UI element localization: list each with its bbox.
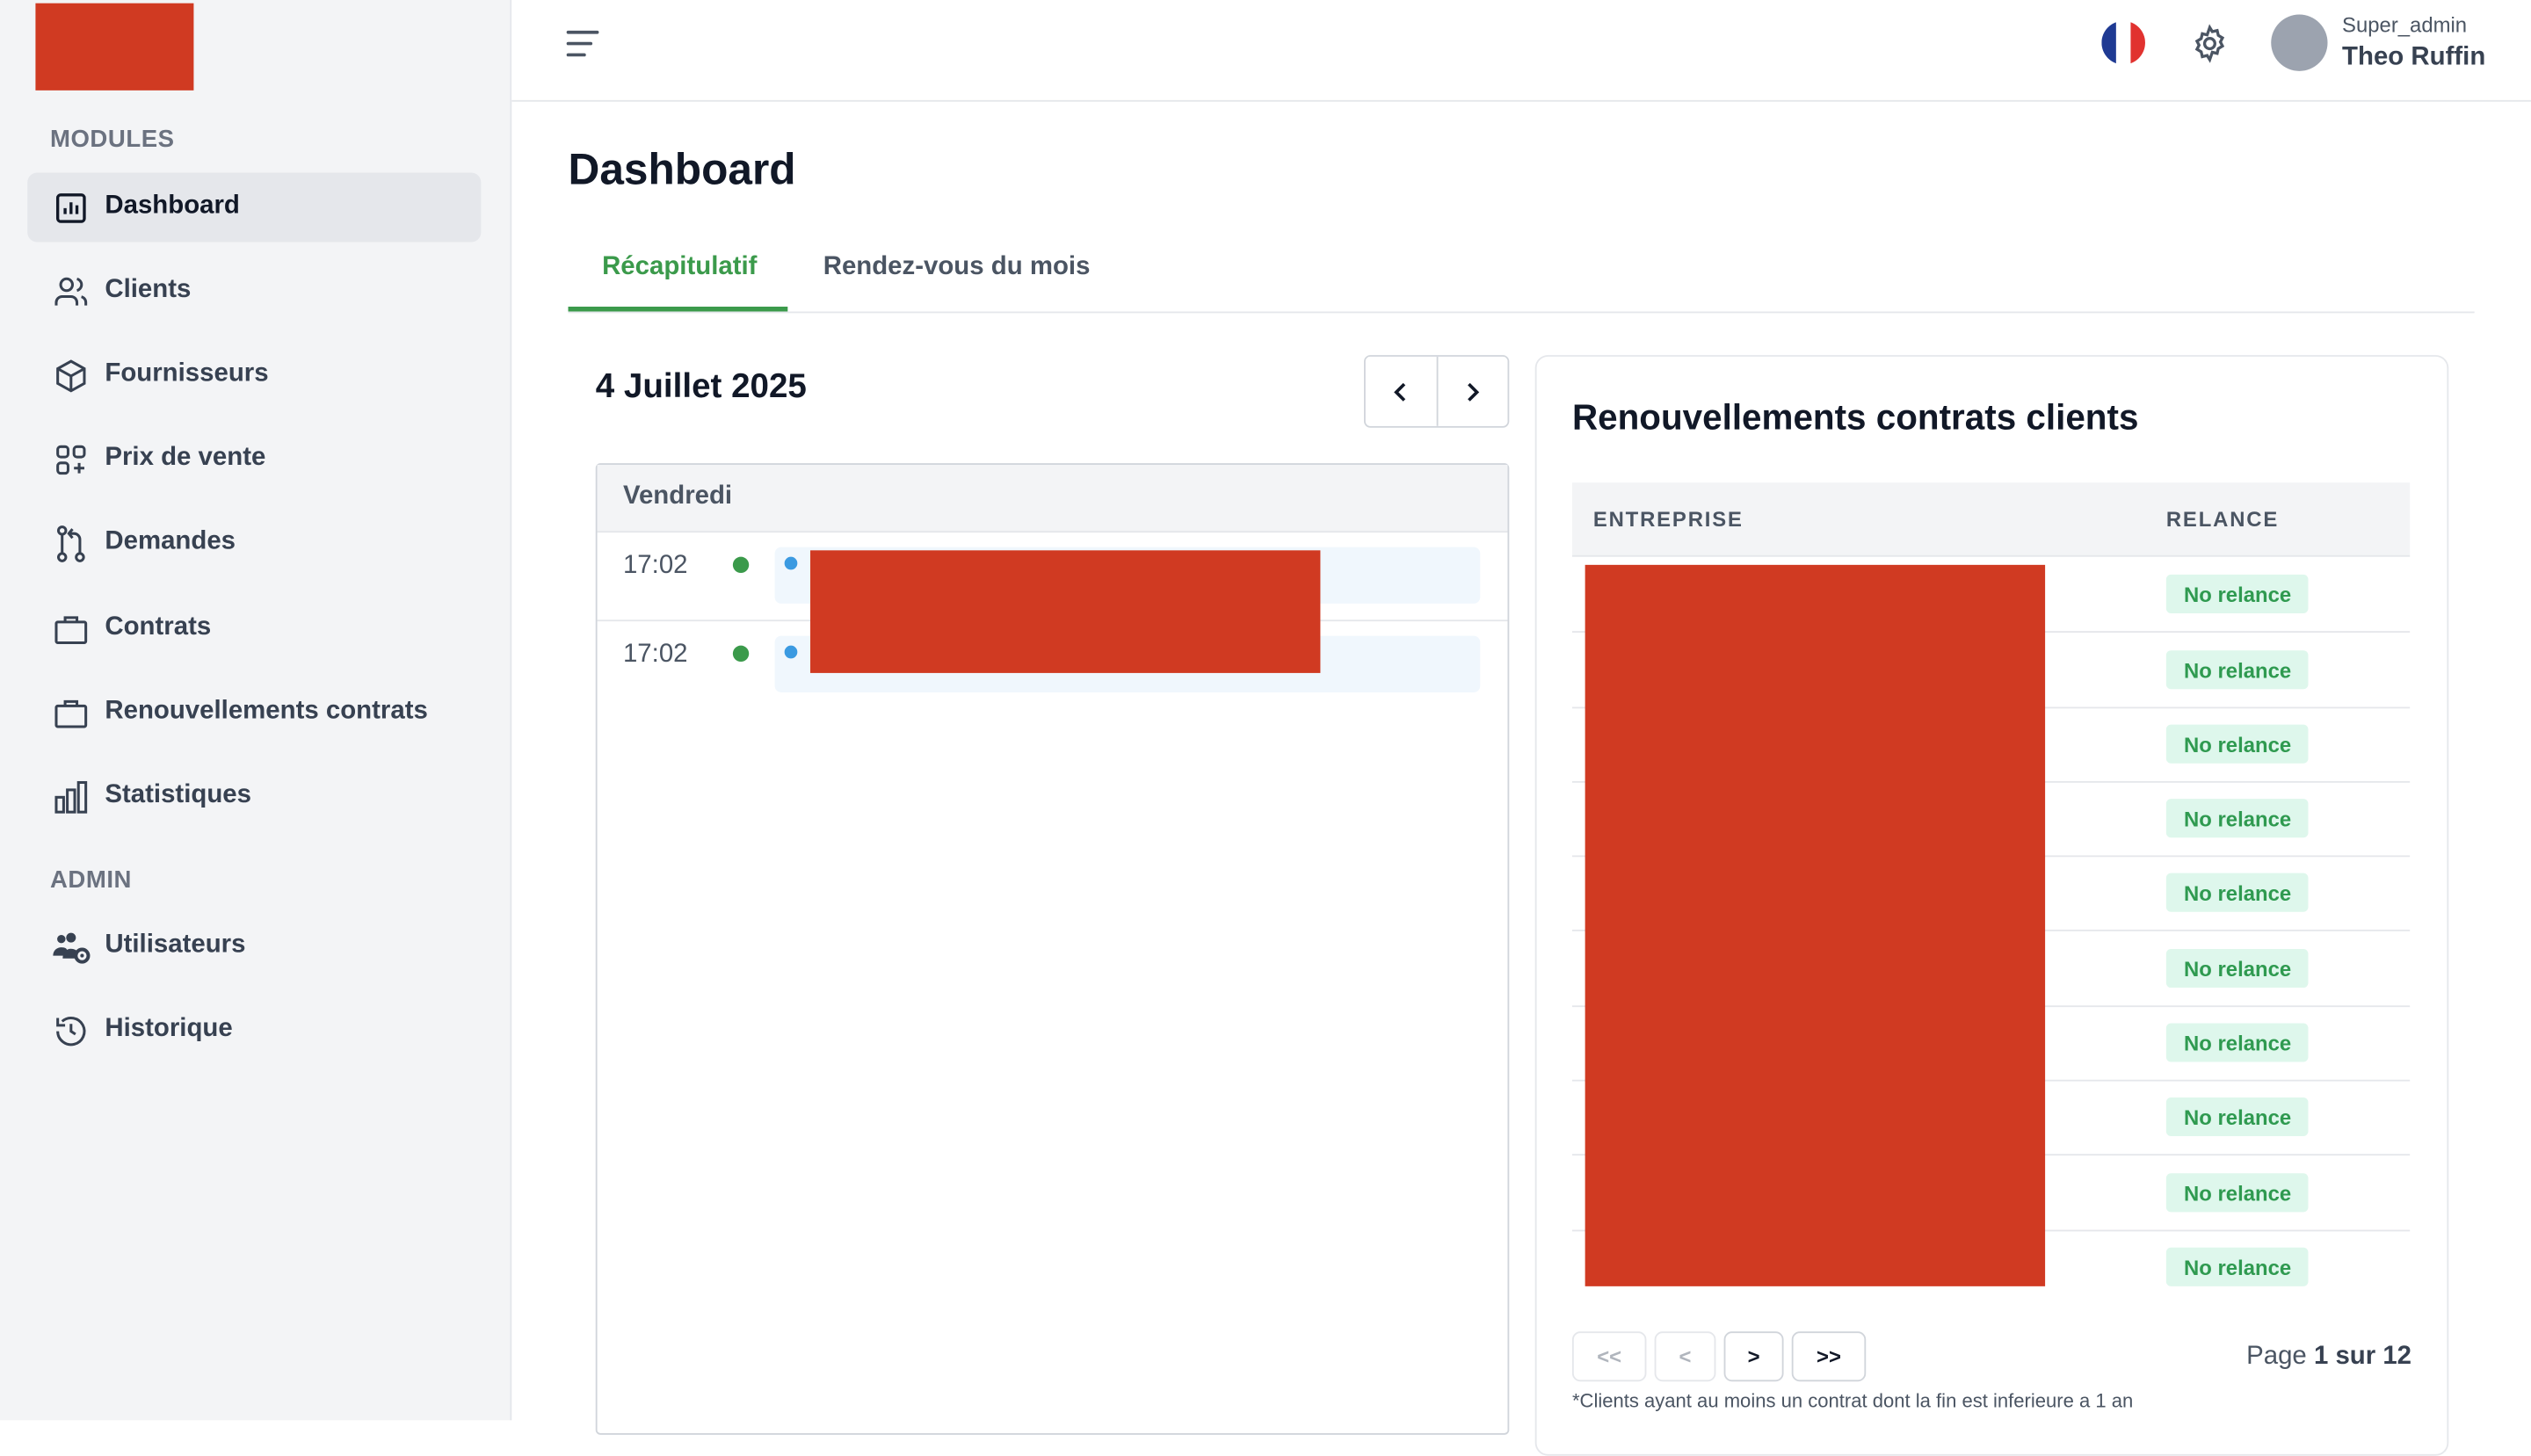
sidebar-item-label: Contrats	[105, 612, 212, 641]
flag-stripe	[2130, 20, 2145, 65]
sidebar-item-label: Demandes	[105, 527, 236, 555]
date-navigation	[1364, 355, 1510, 428]
history-icon	[52, 1012, 91, 1051]
sidebar-item-label: Clients	[105, 276, 192, 304]
chart-bar-icon	[52, 189, 91, 228]
tab-recapitulatif[interactable]: Récapitulatif	[602, 253, 757, 282]
page-value: 1 sur 12	[2313, 1343, 2412, 1371]
event-time: 17:02	[622, 552, 688, 580]
page-prefix: Page	[2246, 1343, 2314, 1371]
bar-chart-icon	[52, 778, 91, 816]
table-header: ENTREPRISE RELANCE	[1571, 482, 2411, 557]
calendar-day-label: Vendredi	[622, 482, 733, 511]
relance-badge: No relance	[2165, 1173, 2310, 1213]
sidebar-item-clients[interactable]: Clients	[27, 257, 481, 326]
sidebar-item-fournisseurs[interactable]: Fournisseurs	[27, 341, 481, 410]
flag-stripe	[2101, 20, 2116, 65]
chevron-left-icon	[1393, 381, 1405, 401]
users-icon	[52, 272, 91, 311]
relance-badge: No relance	[2165, 724, 2310, 764]
chevron-right-icon	[1468, 381, 1480, 401]
calendar-day-header: Vendredi	[597, 464, 1508, 533]
sidebar-item-renouvellements-contrats[interactable]: Renouvellements contrats	[27, 677, 481, 747]
relance-badge: No relance	[2165, 873, 2310, 912]
sidebar-item-label: Fournisseurs	[105, 359, 269, 388]
sidebar-item-dashboard[interactable]: Dashboard	[27, 172, 482, 243]
menu-toggle-icon[interactable]	[565, 27, 600, 60]
redacted-event-content	[810, 550, 1321, 673]
relance-badge: No relance	[2165, 1023, 2310, 1062]
users-cog-icon	[52, 928, 91, 967]
event-dot	[784, 556, 798, 570]
sidebar: MODULES Dashboard Clients Fournisseurs P…	[0, 0, 512, 1421]
logo[interactable]	[35, 3, 194, 91]
git-pull-request-icon	[52, 525, 91, 563]
sidebar-item-prix-de-vente[interactable]: Prix de vente	[27, 424, 481, 494]
relance-badge: No relance	[2165, 948, 2310, 989]
gear-icon[interactable]	[2190, 24, 2229, 63]
last-page-button[interactable]: >>	[1791, 1331, 1867, 1382]
relance-badge: No relance	[2165, 650, 2310, 690]
event-dot	[784, 645, 798, 659]
sidebar-item-label: Renouvellements contrats	[105, 697, 428, 725]
section-label-admin: ADMIN	[49, 866, 133, 895]
next-day-button[interactable]	[1437, 356, 1508, 426]
sidebar-item-historique[interactable]: Historique	[27, 996, 481, 1065]
first-page-button[interactable]: <<	[1571, 1331, 1647, 1382]
relance-badge: No relance	[2165, 1097, 2310, 1137]
sidebar-item-label: Statistiques	[105, 780, 251, 809]
page-title: Dashboard	[568, 145, 796, 194]
footnote: *Clients ayant au moins un contrat dont …	[1571, 1389, 2134, 1413]
status-dot	[732, 645, 750, 663]
section-label-modules: MODULES	[49, 126, 175, 154]
sidebar-item-utilisateurs[interactable]: Utilisateurs	[27, 912, 481, 982]
sidebar-item-statistiques[interactable]: Statistiques	[27, 762, 481, 831]
status-dot	[732, 556, 750, 574]
active-tab-indicator	[568, 306, 788, 312]
next-page-button[interactable]: >	[1723, 1331, 1784, 1382]
pagination: << < > >>	[1571, 1331, 1867, 1382]
renewals-card: Renouvellements contrats clients ENTREPR…	[1534, 355, 2449, 1456]
sidebar-item-label: Utilisateurs	[105, 931, 246, 959]
cube-icon	[52, 357, 91, 395]
sidebar-item-contrats[interactable]: Contrats	[27, 594, 481, 663]
page-indicator: Page 1 sur 12	[2246, 1343, 2411, 1372]
column-header-entreprise[interactable]: ENTREPRISE	[1593, 507, 1744, 532]
sidebar-item-label: Historique	[105, 1015, 233, 1043]
topbar: Super_admin Theo Ruffin	[511, 0, 2531, 102]
user-name[interactable]: Theo Ruffin	[2342, 44, 2485, 73]
avatar[interactable]	[2271, 14, 2328, 71]
briefcase-icon	[52, 610, 91, 648]
previous-day-button[interactable]	[1365, 356, 1438, 426]
relance-badge: No relance	[2165, 574, 2310, 613]
previous-page-button[interactable]: <	[1654, 1331, 1716, 1382]
sidebar-item-label: Dashboard	[105, 192, 240, 220]
relance-badge: No relance	[2165, 799, 2310, 838]
tab-rendez-vous-du-mois[interactable]: Rendez-vous du mois	[823, 253, 1091, 282]
squares-plus-icon	[52, 440, 91, 479]
event-time: 17:02	[622, 641, 688, 669]
redacted-company-names	[1585, 564, 2046, 1286]
sidebar-item-demandes[interactable]: Demandes	[27, 509, 481, 578]
tab-bar: Récapitulatif Rendez-vous du mois	[568, 234, 2475, 314]
flag-stripe	[2115, 20, 2131, 65]
language-flag-icon[interactable]	[2101, 20, 2145, 65]
card-title: Renouvellements contrats clients	[1571, 396, 2139, 438]
sidebar-item-label: Prix de vente	[105, 444, 266, 472]
column-header-relance[interactable]: RELANCE	[2166, 507, 2279, 532]
relance-badge: No relance	[2165, 1247, 2310, 1286]
briefcase-icon	[52, 694, 91, 733]
user-role: Super_admin	[2342, 12, 2468, 38]
calendar-date: 4 Juillet 2025	[595, 367, 807, 406]
